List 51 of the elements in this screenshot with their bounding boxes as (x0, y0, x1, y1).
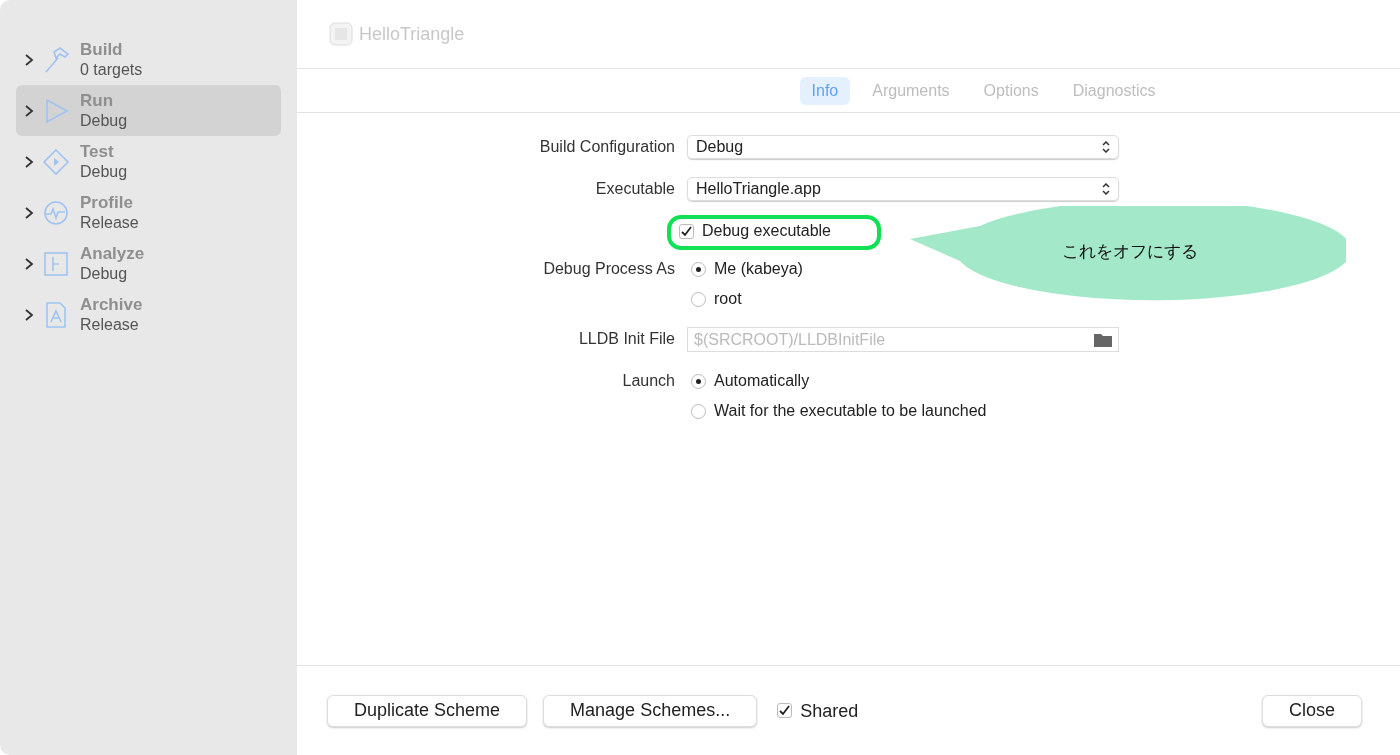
action-title: Analyze (80, 243, 145, 264)
checkbox-label: Debug executable (702, 221, 831, 241)
diamond-icon (42, 147, 70, 176)
scheme-action-item[interactable]: Test Debug (16, 136, 281, 187)
chevron-icon (24, 104, 34, 117)
action-subtitle: Debug (80, 263, 129, 284)
app-icon (329, 22, 353, 46)
radio-label: Me (kabeya) (714, 259, 803, 279)
analyze-icon (42, 249, 70, 278)
close-button[interactable]: Close (1261, 694, 1362, 727)
scheme-action-item[interactable]: Analyze Debug (16, 238, 281, 289)
popup-button[interactable]: Debug (687, 135, 1119, 159)
callout-text: これをオフにする (1062, 240, 1198, 263)
chevron-icon (24, 257, 34, 270)
radio-label: Automatically (714, 371, 810, 391)
radio-label: Wait for the executable to be launched (714, 401, 987, 421)
field-label: Build Configuration (538, 137, 675, 157)
field-label: Executable (594, 179, 675, 199)
field-label: Debug Process As (542, 259, 675, 279)
action-title: Profile (80, 192, 134, 213)
action-title: Test (80, 141, 115, 162)
hammer-icon (42, 45, 70, 74)
chevron-icon (24, 155, 34, 168)
checkbox-label: Shared (800, 699, 859, 723)
action-subtitle: Debug (80, 110, 128, 131)
scheme-action-item[interactable]: Profile Release (16, 187, 281, 238)
stepper-arrows-icon (1102, 183, 1110, 195)
waveform-icon (42, 198, 70, 227)
scheme-action-item[interactable]: Run Debug (16, 85, 281, 136)
action-title: Build (80, 39, 124, 60)
scheme-action-item[interactable]: Archive Release (16, 289, 281, 340)
scheme-button[interactable]: Manage Schemes... (543, 694, 758, 727)
field-label: LLDB Init File (577, 329, 675, 349)
chevron-icon (24, 308, 34, 321)
action-subtitle: 0 targets (80, 59, 143, 80)
chevron-icon (24, 206, 34, 219)
field-label: Launch (621, 371, 675, 391)
action-title: Archive (80, 294, 143, 315)
action-subtitle: Debug (80, 161, 128, 182)
checkbox[interactable] (679, 223, 694, 239)
chevron-icon (24, 53, 34, 66)
scheme-action-item[interactable]: Build 0 targets (16, 34, 281, 85)
popup-button[interactable]: HelloTriangle.app (687, 177, 1119, 201)
action-subtitle: Release (80, 314, 140, 335)
folder-icon (1094, 332, 1112, 347)
action-title: Run (80, 90, 115, 111)
scheme-button[interactable]: Duplicate Scheme (327, 694, 528, 727)
stepper-arrows-icon (1102, 141, 1110, 153)
action-subtitle: Release (80, 212, 139, 233)
checkbox[interactable] (777, 703, 793, 718)
radio-label: root (714, 289, 742, 309)
